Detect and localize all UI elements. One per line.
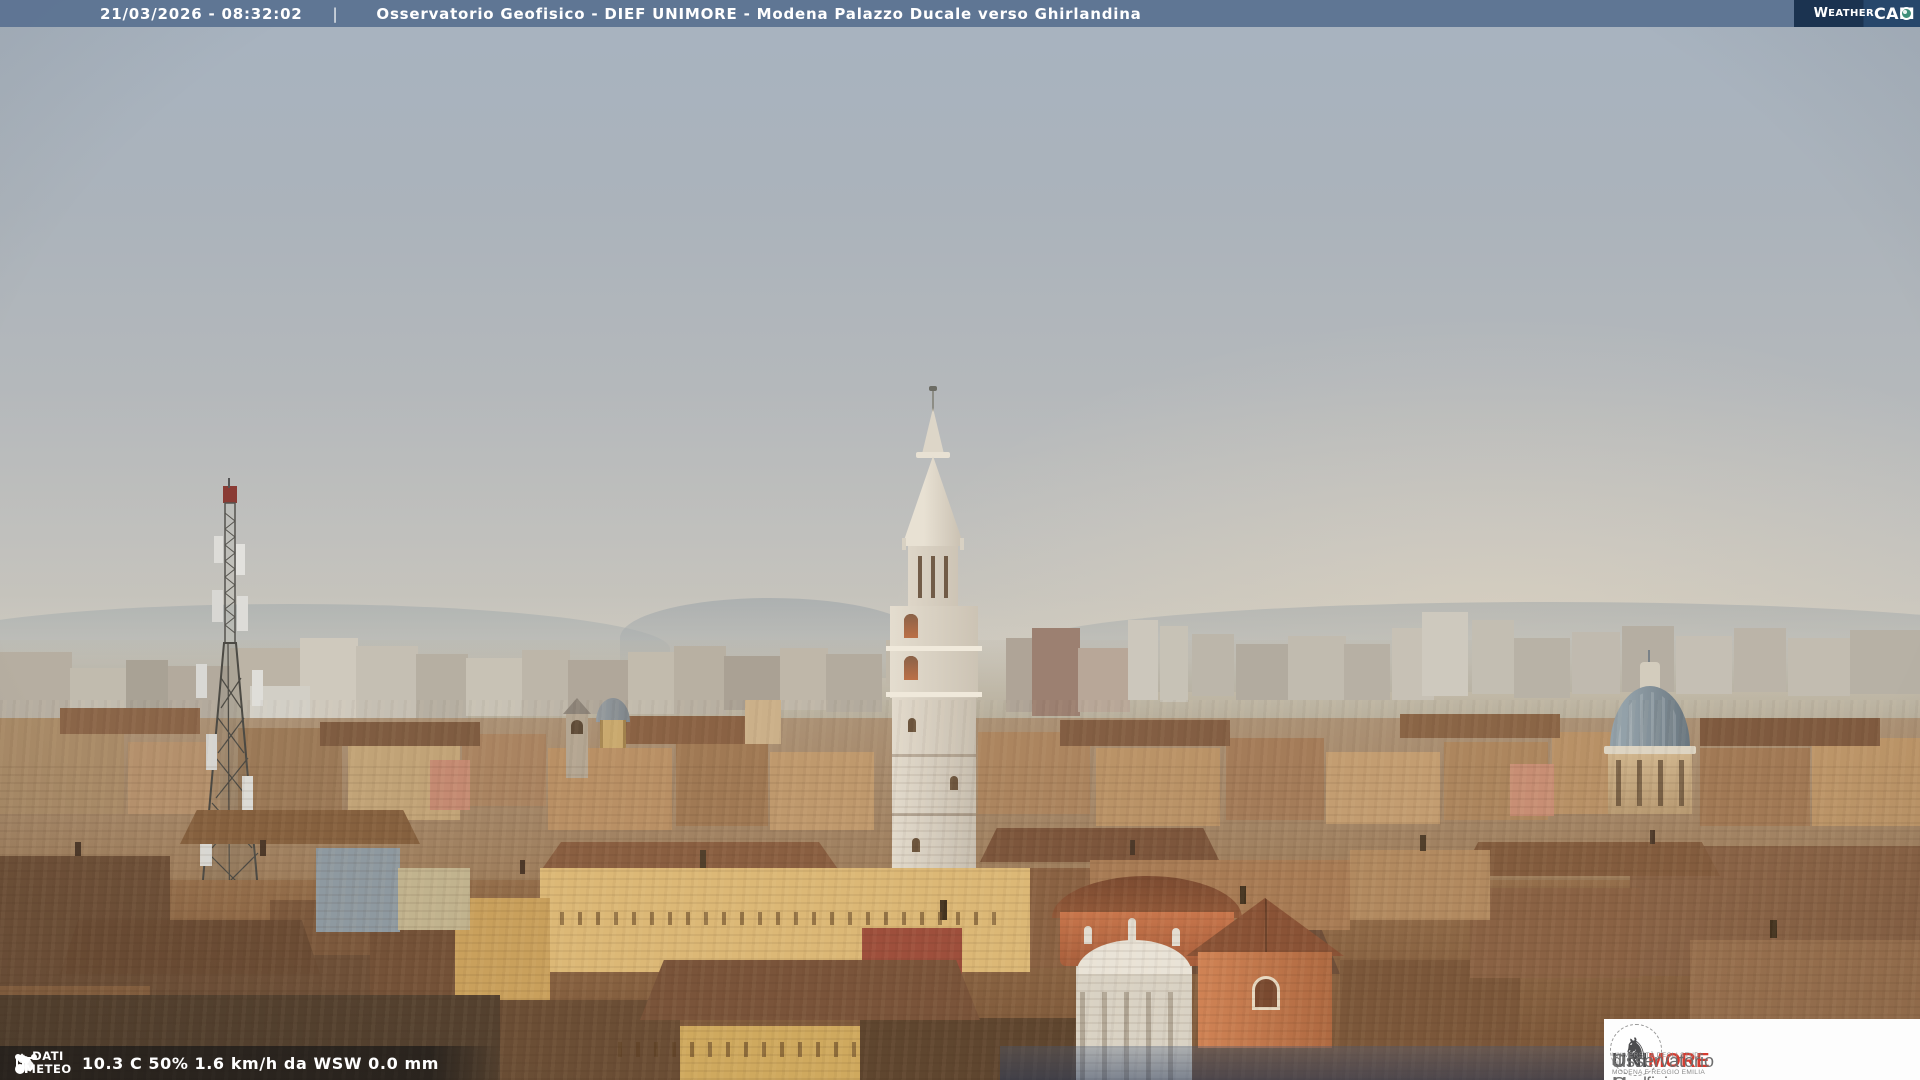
page-title: Osservatorio Geofisico - DIEF UNIMORE - … bbox=[376, 4, 1142, 23]
webcam-page: 21/03/2026 - 08:32:02 | Osservatorio Geo… bbox=[0, 0, 1920, 1080]
umbrella-icon: ☂ bbox=[16, 1052, 33, 1073]
wind-value: 1.6 km/h da WSW bbox=[194, 1053, 363, 1073]
separator: | bbox=[332, 4, 339, 23]
precipitation-value: 0.0 mm bbox=[368, 1053, 440, 1073]
weather-data-bar: DATI METEO 10.3 C 50% 1.6 km/h da WSW ☂ … bbox=[0, 1046, 500, 1080]
weathercam-logo: W EATHER CAM bbox=[1794, 0, 1920, 27]
globe-lens-icon bbox=[1900, 7, 1913, 20]
unimore-logo-box: ♞ UNI MORE UNIVERSITÀ DEGLI STUDI DI MODE… bbox=[1604, 1019, 1920, 1080]
osd-top-bar: 21/03/2026 - 08:32:02 | Osservatorio Geo… bbox=[0, 0, 1920, 27]
humidity-value: 50% bbox=[148, 1053, 189, 1073]
vignette bbox=[0, 0, 1920, 1080]
webcam-photo bbox=[0, 0, 1920, 1080]
timestamp: 21/03/2026 - 08:32:02 bbox=[100, 4, 303, 23]
temperature-value: 10.3 C bbox=[82, 1053, 143, 1073]
